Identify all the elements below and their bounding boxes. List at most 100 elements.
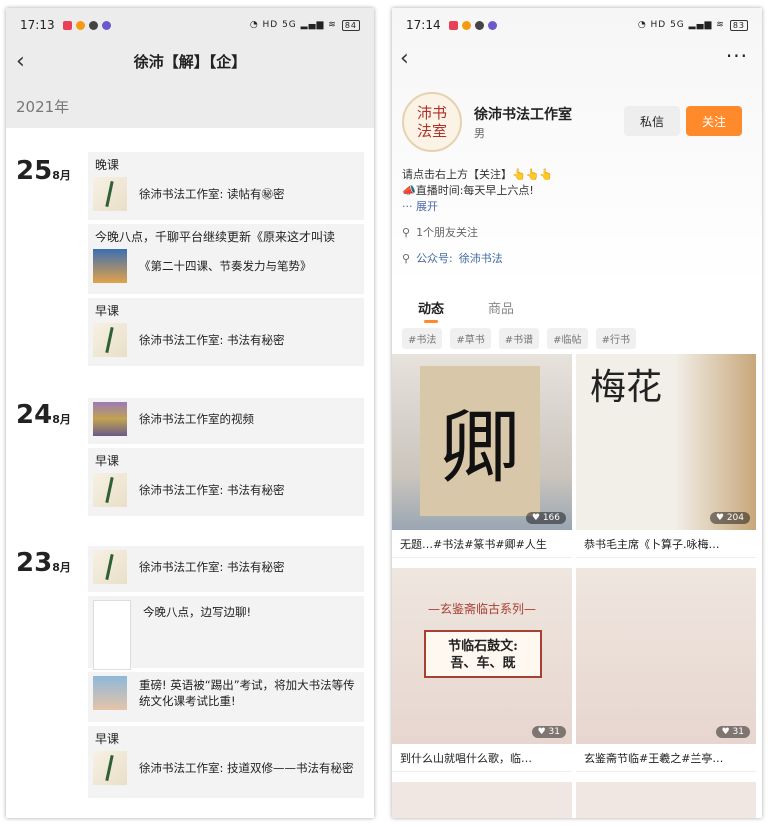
post-card[interactable]: 卿 ♥ 166 无题…#书法#篆书#卿#人生	[392, 354, 572, 558]
topic-tag[interactable]: #书谱	[498, 328, 540, 349]
account-row[interactable]: ⚲ 公众号: 徐沛书法	[402, 250, 503, 266]
nav-bar: ‹ ···	[392, 42, 762, 82]
month: 8月	[52, 561, 71, 574]
message-button[interactable]: 私信	[624, 106, 680, 136]
day: 25	[16, 156, 53, 186]
person-icon: ⚲	[402, 251, 411, 265]
date-25: 258月	[16, 156, 71, 186]
topic-tag[interactable]: #临帖	[547, 328, 588, 349]
brush-thumbnail	[93, 323, 127, 357]
day: 24	[16, 400, 53, 430]
signal-icon: ◔ HD 5G ▂▄▆ ≋	[249, 20, 337, 30]
tag-row: #书法 #草书 #书谱 #临帖 #行书	[402, 328, 636, 349]
battery-icon: 84	[341, 19, 360, 31]
status-time: 17:13	[20, 18, 55, 32]
tab-products[interactable]: 商品	[488, 298, 514, 317]
card-tag: 早课	[95, 304, 120, 318]
friends-row: ⚲ 1个朋友关注	[402, 224, 478, 240]
timeline-card[interactable]: 徐沛书法工作室: 书法有秘密	[88, 546, 364, 592]
card-text: 重磅! 英语被“踢出”考试，将加大书法等传统文化课考试比重!	[139, 677, 355, 708]
right-screen: 17:14 ◔ HD 5G ▂▄▆ ≋ 83 ‹ ··· 沛书法室 徐沛书法工作室…	[392, 8, 762, 818]
like-count: ♥ 31	[715, 726, 750, 738]
post-caption: 到什么山就唱什么歌，临…	[392, 744, 572, 772]
tab-bar: 动态 商品	[418, 298, 514, 323]
app-icon-2	[487, 20, 497, 30]
date-23: 238月	[16, 548, 71, 578]
topic-tag[interactable]: #书法	[402, 328, 443, 349]
date-24: 248月	[16, 400, 71, 430]
topic-tag[interactable]: #草书	[450, 328, 491, 349]
weibo-icon	[461, 20, 471, 30]
calligraphy-scroll: 卿	[420, 366, 540, 516]
card-tag: 晚课	[95, 158, 120, 172]
chat-icon	[88, 20, 98, 30]
follow-button[interactable]: 关注	[686, 106, 742, 136]
chat-icon	[474, 20, 484, 30]
brush-thumbnail	[93, 473, 127, 507]
back-icon[interactable]: ‹	[400, 46, 409, 71]
app-icon-2	[101, 20, 111, 30]
status-bar: 17:13 ◔ HD 5G ▂▄▆ ≋ 84	[6, 8, 374, 42]
signal-icon: ◔ HD 5G ▂▄▆ ≋	[637, 20, 725, 30]
post-card[interactable]: ♥ 31 玄鉴斋节临#王羲之#兰亭…	[576, 568, 756, 772]
lesson-title: 节临石鼓文: 吾、车、既	[424, 630, 542, 678]
brush-thumbnail	[93, 177, 127, 211]
friends-text: 1个朋友关注	[416, 226, 479, 239]
timeline-card[interactable]: 今晚八点，千聊平台继续更新《原来这才叫读 《第二十四课、节奏发力与笔势》	[88, 224, 364, 294]
weibo-icon	[75, 20, 85, 30]
like-count: ♥ 31	[531, 726, 566, 738]
series-title: —玄鉴斋临古系列—	[427, 602, 536, 616]
post-card[interactable]: 梅花 ♥ 204 恭书毛主席《卜算子.咏梅…	[576, 354, 756, 558]
timeline-card[interactable]: 早课 徐沛书法工作室: 书法有秘密	[88, 448, 364, 516]
left-screen: 17:13 ◔ HD 5G ▂▄▆ ≋ 84 ‹ 徐沛【解】【企】 2021年 2…	[6, 8, 374, 818]
post-image: —玄鉴斋临古系列— 节临石鼓文: 吾、车、既 ♥ 31	[392, 568, 572, 744]
post-image: 卿 ♥ 166	[392, 354, 572, 530]
avatar[interactable]: 沛书法室	[402, 92, 462, 152]
timeline-card[interactable]: 早课 徐沛书法工作室: 技道双修——书法有秘密	[88, 726, 364, 798]
app-icon	[62, 20, 72, 30]
timeline-card[interactable]: 晚课 徐沛书法工作室: 读帖有㊙密	[88, 152, 364, 220]
tab-feed[interactable]: 动态	[418, 298, 444, 323]
timeline-card[interactable]: 徐沛书法工作室的视频	[88, 398, 364, 444]
card-text: 徐沛书法工作室: 技道双修——书法有秘密	[139, 760, 354, 775]
video-thumbnail	[93, 402, 127, 436]
header-area: 17:13 ◔ HD 5G ▂▄▆ ≋ 84 ‹ 徐沛【解】【企】 2021年	[6, 8, 374, 128]
timeline-card[interactable]: 今晚八点，边写边聊!	[88, 596, 364, 670]
card-text: 徐沛书法工作室: 书法有秘密	[139, 332, 285, 347]
account-prefix: 公众号:	[416, 252, 453, 265]
account-name[interactable]: 徐沛书法	[459, 250, 503, 266]
post-caption: 无题…#书法#篆书#卿#人生	[392, 530, 572, 558]
calligraphy-text: 梅花	[590, 367, 663, 408]
timeline-card[interactable]: 早课 徐沛书法工作室: 书法有秘密	[88, 298, 364, 366]
like-count: ♥ 204	[709, 512, 750, 524]
month: 8月	[52, 169, 71, 182]
bio-line: 📣直播时间:每天早上六点!	[402, 184, 534, 197]
card-text: 今晚八点，边写边聊!	[143, 605, 252, 619]
status-bar: 17:14 ◔ HD 5G ▂▄▆ ≋ 83	[392, 8, 762, 42]
post-card[interactable]	[392, 782, 572, 818]
card-tag: 今晚八点，千聊平台继续更新《原来这才叫读	[95, 230, 336, 244]
post-image: 梅花 ♥ 204	[576, 354, 756, 530]
brush-thumbnail	[93, 751, 127, 785]
document-thumbnail	[93, 600, 131, 670]
timeline-card[interactable]: 重磅! 英语被“踢出”考试，将加大书法等传统文化课考试比重!	[88, 672, 364, 722]
like-count: ♥ 166	[525, 512, 566, 524]
post-card[interactable]	[576, 782, 756, 818]
card-text: 徐沛书法工作室: 书法有秘密	[139, 559, 285, 574]
page-title: 徐沛【解】【企】	[133, 53, 247, 71]
card-text: 徐沛书法工作室: 读帖有㊙密	[139, 186, 285, 201]
card-tag: 早课	[95, 454, 120, 468]
card-text: 徐沛书法工作室的视频	[139, 411, 254, 426]
status-time: 17:14	[406, 18, 441, 32]
year-label: 2021年	[16, 98, 70, 116]
post-image: ♥ 31	[576, 568, 756, 744]
video-thumbnail	[93, 249, 127, 283]
profile-gender: 男	[474, 127, 485, 140]
post-card[interactable]: —玄鉴斋临古系列— 节临石鼓文: 吾、车、既 ♥ 31 到什么山就唱什么歌，临…	[392, 568, 572, 772]
expand-link[interactable]: ··· 展开	[402, 198, 438, 214]
card-tag: 早课	[95, 732, 120, 746]
topic-tag[interactable]: #行书	[595, 328, 636, 349]
brush-thumbnail	[93, 550, 127, 584]
card-text: 徐沛书法工作室: 书法有秘密	[139, 482, 285, 497]
more-icon[interactable]: ···	[726, 44, 748, 68]
